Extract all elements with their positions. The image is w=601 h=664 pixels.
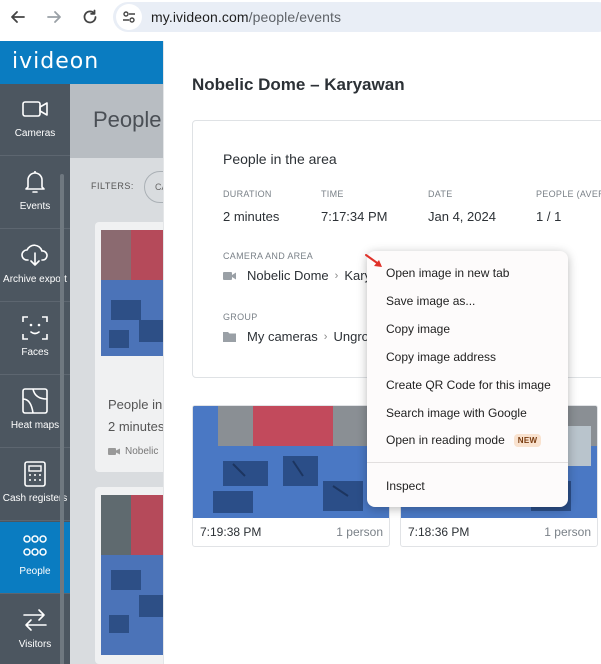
event-type-heading: People in the area	[223, 151, 337, 167]
arrow-left-icon	[11, 11, 25, 23]
menu-item-search-image-google[interactable]: Search image with Google	[386, 406, 527, 420]
back-button[interactable]	[6, 5, 30, 29]
reload-button[interactable]	[78, 5, 102, 29]
new-badge: NEW	[513, 433, 542, 447]
sidebar-item-label: People	[19, 566, 51, 577]
camera-area-label: CAMERA AND AREA	[223, 251, 314, 261]
group-link[interactable]: My cameras	[247, 329, 318, 344]
sidebar: Cameras Events Archive export Faces Heat…	[0, 84, 70, 664]
sidebar-item-cameras[interactable]: Cameras	[0, 84, 70, 156]
event-card-camera: Nobelic	[108, 446, 158, 457]
filters-label: FILTERS:	[91, 181, 134, 191]
menu-item-open-image-new-tab[interactable]: Open image in new tab	[386, 266, 509, 280]
arrows-exchange-icon	[23, 609, 47, 631]
page-title: People	[93, 107, 162, 132]
event-card-title: People in	[108, 397, 163, 412]
event-thumbnail[interactable]	[101, 495, 171, 655]
time-column: TIME 7:17:34 PM	[321, 189, 388, 224]
forward-button[interactable]	[42, 5, 66, 29]
menu-separator	[367, 462, 568, 463]
camera-icon	[223, 271, 236, 280]
group-label: GROUP	[223, 312, 258, 322]
red-arrow-annotation-icon	[365, 254, 382, 267]
sidebar-item-label: Cash registers	[2, 493, 68, 504]
sidebar-scrollbar[interactable]	[60, 174, 64, 664]
snapshot-count: 1 person	[336, 525, 383, 539]
sidebar-item-label: Faces	[21, 347, 49, 358]
duration-column: DURATION 2 minutes	[223, 189, 280, 224]
snapshot-time: 7:19:38 PM	[200, 525, 262, 539]
sidebar-item-label: Heat maps	[10, 420, 60, 431]
arrow-right-icon	[47, 11, 61, 23]
browser-toolbar: my.ivideon.com/people/events	[0, 0, 601, 35]
context-menu: Open image in new tab Save image as... C…	[367, 251, 568, 507]
menu-item-copy-image[interactable]: Copy image	[386, 322, 450, 336]
url-text: my.ivideon.com/people/events	[151, 9, 342, 25]
folder-icon	[223, 332, 236, 342]
reload-icon	[83, 9, 97, 24]
tune-icon	[123, 11, 135, 23]
menu-item-label: Open in reading mode	[386, 433, 505, 447]
address-bar[interactable]: my.ivideon.com/people/events	[113, 2, 601, 32]
people-column: PEOPLE (AVER 1 / 1	[536, 189, 601, 224]
people-icon	[23, 535, 47, 556]
sidebar-item-label: Archive export	[3, 274, 67, 285]
face-scan-icon	[22, 316, 48, 340]
sidebar-item-label: Visitors	[18, 639, 52, 650]
date-column: DATE Jan 4, 2024	[428, 189, 496, 224]
camera-area-row: Nobelic Dome › Karya	[223, 268, 378, 283]
snapshot-count: 1 person	[544, 525, 591, 539]
menu-item-open-reading-mode[interactable]: Open in reading mode NEW	[386, 433, 542, 447]
panel-title: Nobelic Dome – Karyawan	[192, 75, 405, 94]
camera-link[interactable]: Nobelic Dome	[247, 268, 329, 283]
event-card-duration: 2 minutes	[108, 419, 165, 434]
menu-item-save-image-as[interactable]: Save image as...	[386, 294, 475, 308]
event-thumbnail[interactable]	[101, 230, 171, 356]
camera-icon	[22, 101, 48, 117]
site-settings-button[interactable]	[116, 4, 142, 30]
menu-item-copy-image-address[interactable]: Copy image address	[386, 350, 496, 364]
cloud-download-icon	[21, 244, 48, 266]
cash-register-icon	[24, 461, 46, 487]
sidebar-item-label: Cameras	[14, 128, 56, 139]
heat-map-icon	[22, 388, 48, 414]
ivideon-logo[interactable]: ivideon	[12, 49, 99, 74]
menu-item-inspect[interactable]: Inspect	[386, 479, 425, 493]
group-row: My cameras › Ungrou	[223, 329, 376, 344]
snapshot-card[interactable]: 7:19:38 PM 1 person	[192, 405, 390, 547]
snapshot-image[interactable]	[193, 406, 389, 518]
sidebar-item-label: Events	[19, 201, 51, 212]
snapshot-time: 7:18:36 PM	[408, 525, 470, 539]
camera-icon	[108, 448, 120, 455]
menu-item-create-qr-code[interactable]: Create QR Code for this image	[386, 378, 551, 392]
bell-icon	[25, 171, 45, 193]
